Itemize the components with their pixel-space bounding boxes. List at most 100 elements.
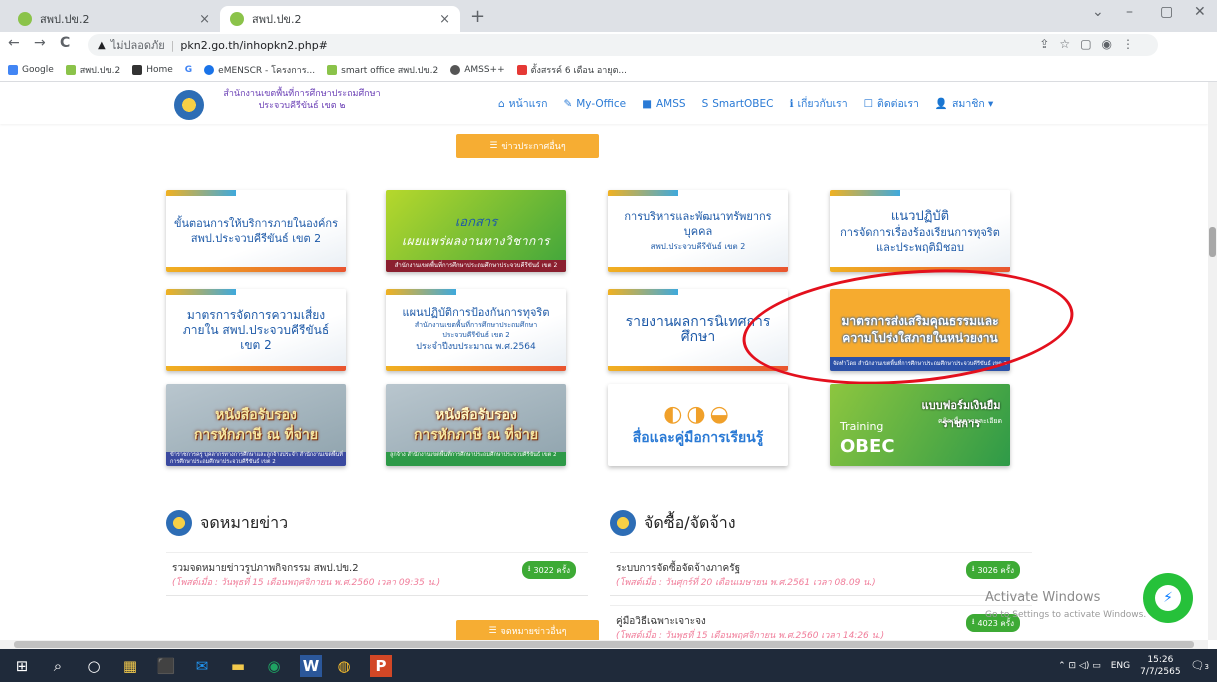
banner-risk-management[interactable]: มาตรการจัดการความเสี่ยงภายใน สพป.ประจวบค…: [166, 289, 346, 371]
more-news-button[interactable]: ☰ ข่าวประกาศอื่นๆ: [456, 134, 599, 158]
banner-service-steps[interactable]: ขั้นตอนการให้บริการภายในองค์กร สพป.ประจว…: [166, 190, 346, 272]
banner-tax-certificate-employee[interactable]: หนังสือรับรอง การหักภาษี ณ ที่จ่าย ลูกจ้…: [386, 384, 566, 466]
banner-anticorruption-plan[interactable]: แผนปฏิบัติการป้องกันการทุจริต สำนักงานเข…: [386, 289, 566, 371]
minimize-button[interactable]: –: [1126, 4, 1133, 20]
start-button[interactable]: ⊞: [8, 652, 36, 680]
cortana-icon[interactable]: ○: [80, 652, 108, 680]
scroll-thumb[interactable]: [14, 641, 1194, 648]
word-icon[interactable]: W: [300, 654, 322, 677]
windows-taskbar: ⊞ ⌕ ○ ▦ ⬛ ✉ ▬ ◉ W ◍ P ⌃ ⊡ ◁) ▭ ENG 15:26…: [0, 649, 1217, 682]
book-icon: ■: [642, 97, 652, 110]
list-icon: ☰: [488, 626, 497, 636]
messenger-icon: ⚡: [1155, 585, 1181, 611]
banner-learning-media[interactable]: ◐◑◒ สื่อและคู่มือการเรียนรู้: [608, 384, 788, 466]
language-indicator[interactable]: ENG: [1111, 661, 1130, 671]
list-item[interactable]: คู่มือวิธีเฉพาะเจาะจง (โพสต์เมื่อ : วันพ…: [610, 605, 1032, 640]
bookmark[interactable]: Home: [132, 64, 173, 75]
forward-button[interactable]: →: [34, 35, 46, 51]
folder-icon[interactable]: ▬: [224, 652, 252, 680]
download-icon: ⭳: [527, 564, 531, 573]
main-menu: ⌂ หน้าแรก ✎ My-Office ■ AMSS S SmartOBEC ℹ เก…: [498, 95, 993, 112]
search-icon[interactable]: ⌕: [44, 652, 72, 680]
menu-member[interactable]: 👤 สมาชิก ▾: [935, 95, 993, 112]
globe-icon: [450, 64, 461, 75]
horizontal-scrollbar[interactable]: [0, 640, 1208, 649]
menu-contact[interactable]: ☐ ติดต่อเรา: [864, 95, 919, 112]
list-item[interactable]: รวมจดหมายข่าวรูปภาพกิจกรรม สพป.ปข.2 (โพส…: [166, 552, 588, 596]
menu-smartobec[interactable]: S SmartOBEC: [702, 95, 774, 112]
newsletter-heading: จดหมายข่าว: [166, 510, 288, 536]
banner-academic-works[interactable]: เอกสาร เผยแพร่ผลงานทางวิชาการ สำนักงานเข…: [386, 190, 566, 272]
banner-tax-certificate-staff[interactable]: หนังสือรับรอง การหักภาษี ณ ที่จ่าย ข้ารา…: [166, 384, 346, 466]
banner-hr-management[interactable]: การบริหารและพัฒนาทรัพยากรบุคคล สพป.ประจว…: [608, 190, 788, 272]
warning-icon[interactable]: ▲: [98, 40, 106, 51]
address-bar[interactable]: ▲ ไม่ปลอดภัย | pkn2.go.th/inhopkn2.php# …: [88, 34, 1158, 56]
browser-tab-active[interactable]: สพป.ปข.2 ×: [220, 6, 460, 32]
banner-supervision-report[interactable]: รายงานผลการนิเทศการศึกษา: [608, 289, 788, 371]
menu-my-office[interactable]: ✎ My-Office: [563, 95, 626, 112]
close-tab-icon[interactable]: ×: [199, 12, 210, 27]
home-icon: ⌂: [498, 97, 505, 110]
mail-icon[interactable]: ✉: [188, 652, 216, 680]
browser-tab[interactable]: สพป.ปข.2 ×: [8, 6, 220, 32]
list-item[interactable]: ระบบการจัดซื้อจัดจ้างภาครัฐ (โพสต์เมื่อ …: [610, 552, 1032, 596]
tab-title: สพป.ปข.2: [252, 13, 302, 26]
favicon-icon: [18, 12, 32, 26]
google-icon: [8, 64, 18, 75]
procurement-heading: จัดซื้อ/จัดจ้าง: [610, 510, 736, 536]
bookmark[interactable]: ตั้งสรรค์ 6 เดือน อายุต...: [516, 63, 627, 77]
toolbar: ← → C ▲ ไม่ปลอดภัย | pkn2.go.th/inhopkn2…: [0, 32, 1217, 58]
menu-about[interactable]: ℹ เกี่ยวกับเรา: [789, 95, 847, 112]
scroll-thumb[interactable]: [1209, 227, 1216, 257]
tray-icons[interactable]: ⌃ ⊡ ◁) ▭: [1058, 661, 1101, 671]
site-name[interactable]: สำนักงานเขตพื้นที่การศึกษาประถมศึกษา ประ…: [212, 88, 392, 112]
view-count-badge: ⭳ 3026 ครั้ง: [965, 561, 1020, 579]
download-icon: ⭳: [971, 617, 975, 626]
view-count-badge: ⭳ 3022 ครั้ง: [521, 561, 576, 579]
chrome-icon[interactable]: ◍: [330, 652, 358, 680]
home-icon: [132, 64, 143, 75]
list-icon: ☰: [489, 141, 498, 151]
bookmark[interactable]: Google: [8, 64, 54, 75]
menu-amss[interactable]: ■ AMSS: [642, 95, 686, 112]
site-logo-icon: [166, 510, 192, 536]
site-logo-icon: [610, 510, 636, 536]
pdf-icon[interactable]: ⬛: [152, 652, 180, 680]
tab-strip: สพป.ปข.2 × สพป.ปข.2 × + ⌄ – ▢ ✕: [0, 0, 1217, 32]
url-text[interactable]: pkn2.go.th/inhopkn2.php#: [180, 39, 328, 52]
menu-home[interactable]: ⌂ หน้าแรก: [498, 95, 547, 112]
bookmark[interactable]: AMSS++: [450, 64, 505, 75]
favicon-icon: [230, 12, 244, 26]
banner-loan-form[interactable]: แบบฟอร์มเงินยืมราชการ คลิกเพื่อดูรายละเอ…: [830, 384, 1010, 466]
toolbar-icons[interactable]: ⇪☆▢◉⋮: [1039, 37, 1144, 51]
site-icon: [65, 64, 76, 75]
messenger-chat-button[interactable]: ⚡: [1143, 573, 1193, 623]
banner-integrity-transparency[interactable]: มาตรการส่งเสริมคุณธรรมและ ความโปร่งใสภาย…: [830, 289, 1010, 371]
back-button[interactable]: ←: [8, 35, 20, 51]
notification-icon[interactable]: 🗨3: [1191, 659, 1209, 672]
tab-search-icon[interactable]: ⌄: [1092, 4, 1104, 20]
bookmark[interactable]: สพป.ปข.2: [65, 63, 120, 77]
edge-icon[interactable]: ◉: [260, 652, 288, 680]
site-logo[interactable]: [174, 90, 204, 120]
calculator-icon[interactable]: ▦: [116, 652, 144, 680]
bookmark[interactable]: G: [185, 65, 192, 75]
close-window-button[interactable]: ✕: [1194, 4, 1206, 20]
powerpoint-icon[interactable]: P: [370, 654, 392, 677]
restore-button[interactable]: ▢: [1160, 4, 1173, 20]
close-tab-icon[interactable]: ×: [439, 12, 450, 27]
bookmark[interactable]: eMENSCR - โครงการ...: [204, 63, 315, 77]
smartobec-icon: S: [701, 97, 709, 110]
more-newsletter-button[interactable]: ☰ จดหมายข่าวอื่นๆ: [456, 620, 599, 640]
activate-windows-hint: Go to Settings to activate Windows.: [985, 610, 1147, 620]
site-header: สำนักงานเขตพื้นที่การศึกษาประถมศึกษา ประ…: [0, 82, 1208, 124]
globe-icon: [204, 64, 215, 75]
banner-complaint-guideline[interactable]: แนวปฏิบัติ การจัดการเรื่องร้องเรียนการทุ…: [830, 190, 1010, 272]
download-icon: ⭳: [971, 564, 975, 573]
clock[interactable]: 15:26 7/7/2565: [1140, 654, 1180, 678]
bookmark[interactable]: smart office สพป.ปข.2: [327, 63, 438, 77]
vertical-scrollbar[interactable]: [1208, 82, 1217, 640]
new-tab-button[interactable]: +: [470, 6, 485, 27]
security-label[interactable]: ไม่ปลอดภัย: [111, 36, 165, 54]
reload-button[interactable]: C: [60, 35, 70, 51]
